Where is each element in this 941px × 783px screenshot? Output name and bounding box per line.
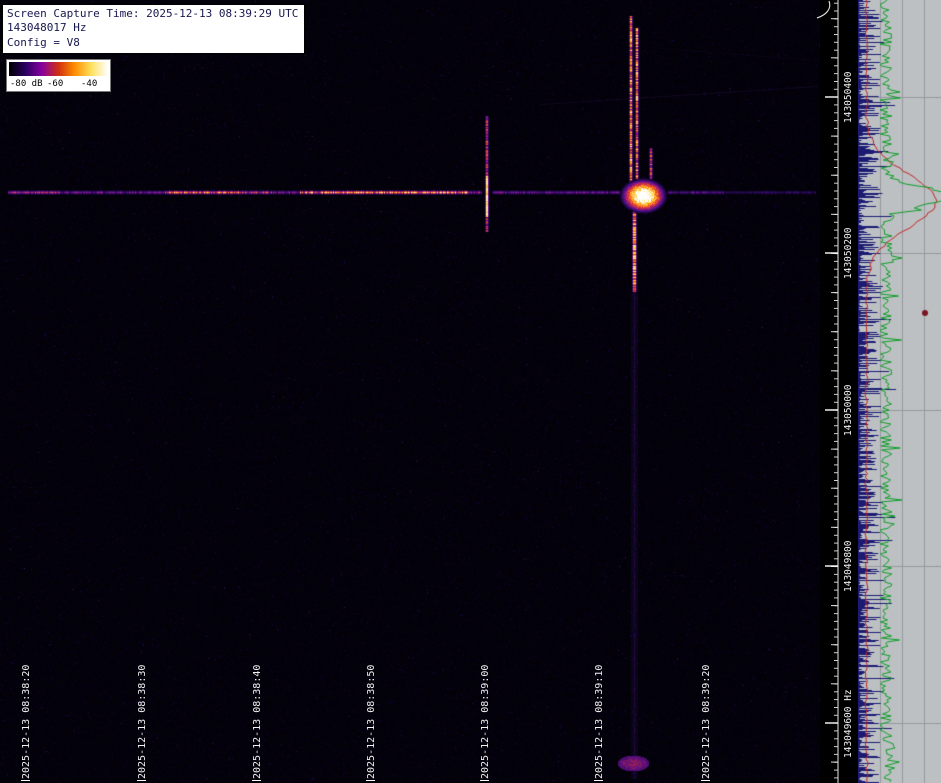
colorbar: -80 dB -60 -40 [6, 59, 111, 92]
spectrum-side-panel [858, 0, 941, 783]
capture-time-text: Screen Capture Time: 2025-12-13 08:39:29… [7, 7, 298, 21]
colorbar-min-label: -80 dB [10, 79, 43, 89]
capture-frequency-text: 143048017 Hz [7, 21, 298, 35]
colorbar-gradient [9, 62, 108, 76]
waterfall-spectrogram [0, 0, 820, 783]
colorbar-max-label: -40 [81, 79, 97, 89]
capture-info-overlay: Screen Capture Time: 2025-12-13 08:39:29… [2, 4, 305, 54]
capture-config-text: Config = V8 [7, 36, 298, 50]
frequency-axis-ruler [816, 0, 858, 783]
spectrogram-capture-screen: Screen Capture Time: 2025-12-13 08:39:29… [0, 0, 941, 783]
colorbar-mid-label: -60 [47, 79, 63, 89]
colorbar-labels: -80 dB -60 -40 [9, 77, 108, 90]
